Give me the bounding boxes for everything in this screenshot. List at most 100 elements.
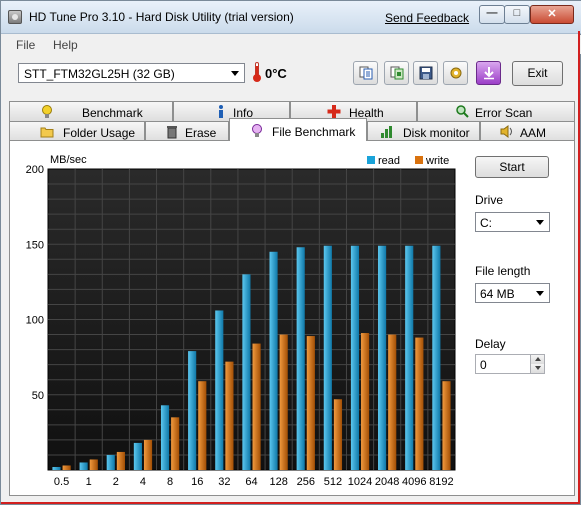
file-length-label: File length bbox=[475, 264, 531, 278]
bar-read bbox=[133, 442, 142, 470]
chevron-down-icon bbox=[533, 286, 547, 300]
bar-write bbox=[198, 381, 207, 470]
copy-screenshot-button[interactable] bbox=[384, 61, 409, 85]
tab-error-scan-label: Error Scan bbox=[475, 106, 533, 120]
health-cross-icon bbox=[327, 105, 341, 118]
tab-erase[interactable]: Erase bbox=[145, 121, 229, 141]
save-icon bbox=[419, 66, 433, 80]
minimize-button[interactable]: — bbox=[479, 5, 505, 24]
x-tick-label: 64 bbox=[245, 476, 257, 488]
bar-read bbox=[52, 466, 61, 470]
stepper-up-icon[interactable] bbox=[530, 355, 544, 364]
x-tick-label: 16 bbox=[191, 476, 203, 488]
download-icon bbox=[484, 67, 494, 80]
tab-erase-label: Erase bbox=[185, 126, 217, 140]
tab-folder-usage-label: Folder Usage bbox=[63, 126, 136, 140]
bar-write bbox=[116, 451, 125, 470]
bar-read bbox=[242, 274, 251, 470]
exit-button[interactable]: Exit bbox=[512, 61, 563, 86]
bar-write bbox=[252, 343, 261, 470]
close-button[interactable]: ✕ bbox=[530, 5, 574, 24]
bar-read bbox=[432, 245, 441, 470]
bar-read bbox=[106, 454, 115, 470]
menu-help[interactable]: Help bbox=[53, 38, 78, 52]
copy-text-button[interactable] bbox=[353, 61, 378, 85]
file-benchmark-icon bbox=[252, 124, 262, 137]
bar-write bbox=[415, 337, 424, 470]
chart-svg: 0.5 1 2 4 8 16 32 64 128 256 512 1024 2048 4096 8192 50… bbox=[26, 154, 456, 488]
x-tick-label: 2 bbox=[113, 476, 119, 488]
window-edge-bottom bbox=[1, 502, 580, 504]
file-length-select[interactable]: 64 MB bbox=[475, 283, 550, 303]
copy-screenshot-icon bbox=[390, 66, 404, 80]
tab-file-benchmark[interactable]: File Benchmark bbox=[229, 118, 367, 141]
bar-write bbox=[388, 334, 397, 470]
y-tick-label: 200 bbox=[26, 164, 44, 176]
folder-icon bbox=[40, 127, 54, 138]
tab-disk-monitor[interactable]: Disk monitor bbox=[367, 121, 480, 141]
x-tick-label: 2048 bbox=[375, 476, 399, 488]
tab-benchmark[interactable]: Benchmark bbox=[9, 101, 173, 121]
maximize-button[interactable]: □ bbox=[504, 5, 530, 24]
lightbulb-icon bbox=[42, 105, 52, 118]
minimize-icon: — bbox=[486, 7, 498, 19]
start-button[interactable]: Start bbox=[475, 156, 549, 178]
app-icon bbox=[8, 10, 22, 24]
tab-aam[interactable]: AAM bbox=[480, 121, 575, 141]
x-tick-label: 256 bbox=[297, 476, 315, 488]
y-tick-label: 150 bbox=[26, 239, 44, 251]
x-tick-label: 4096 bbox=[402, 476, 426, 488]
download-button[interactable] bbox=[476, 61, 501, 85]
bar-write bbox=[279, 334, 288, 470]
magnifier-icon bbox=[456, 105, 469, 118]
menu-file[interactable]: File bbox=[16, 38, 35, 52]
tab-file-benchmark-label: File Benchmark bbox=[272, 125, 356, 139]
save-button[interactable] bbox=[413, 61, 438, 85]
benchmark-chart: 0.5 1 2 4 8 16 32 64 128 256 512 1024 2048 4096 8192 50… bbox=[16, 150, 471, 495]
x-tick-label: 0.5 bbox=[54, 476, 69, 488]
bar-read bbox=[79, 462, 88, 470]
y-tick-label: 100 bbox=[26, 315, 44, 327]
delay-label: Delay bbox=[475, 337, 506, 351]
drive-label: Drive bbox=[475, 193, 504, 207]
bar-write bbox=[143, 439, 153, 470]
tab-error-scan[interactable]: Error Scan bbox=[417, 101, 575, 121]
disk-monitor-icon bbox=[381, 126, 392, 138]
bar-read bbox=[215, 310, 224, 470]
bar-write bbox=[361, 333, 370, 470]
drive-select-value: C: bbox=[480, 216, 492, 230]
drive-dropdown[interactable]: STT_FTM32GL25H (32 GB) bbox=[18, 63, 245, 83]
bar-read bbox=[160, 405, 170, 470]
title-bar[interactable]: HD Tune Pro 3.10 - Hard Disk Utility (tr… bbox=[1, 1, 581, 34]
stepper-down-icon[interactable] bbox=[530, 364, 544, 373]
window-title: HD Tune Pro 3.10 - Hard Disk Utility (tr… bbox=[29, 10, 294, 24]
tab-folder-usage[interactable]: Folder Usage bbox=[9, 121, 145, 141]
bar-read bbox=[188, 351, 197, 470]
bar-read bbox=[269, 251, 278, 470]
bar-read bbox=[350, 245, 360, 470]
file-length-select-value: 64 MB bbox=[480, 287, 515, 301]
info-icon bbox=[219, 105, 223, 118]
legend-write-swatch bbox=[415, 156, 423, 164]
tab-disk-monitor-label: Disk monitor bbox=[403, 126, 470, 140]
chevron-down-icon bbox=[533, 215, 547, 229]
delay-stepper[interactable]: 0 bbox=[475, 354, 545, 374]
y-tick-label: 50 bbox=[32, 390, 44, 402]
options-button[interactable] bbox=[443, 61, 468, 85]
x-tick-label: 8192 bbox=[429, 476, 453, 488]
bar-write bbox=[333, 399, 343, 470]
legend-read-label: read bbox=[378, 155, 400, 167]
bar-read bbox=[296, 247, 305, 470]
drive-select[interactable]: C: bbox=[475, 212, 550, 232]
send-feedback-link[interactable]: Send Feedback bbox=[385, 11, 469, 25]
bar-read bbox=[405, 245, 414, 470]
legend-write-label: write bbox=[425, 155, 449, 167]
bar-read bbox=[323, 245, 332, 470]
chevron-down-icon bbox=[228, 66, 242, 80]
speaker-icon bbox=[500, 125, 512, 138]
bar-read bbox=[378, 245, 387, 470]
thermometer-icon bbox=[252, 62, 261, 82]
copy-text-icon bbox=[359, 66, 373, 80]
tab-aam-label: AAM bbox=[520, 126, 547, 140]
legend-read-swatch bbox=[367, 156, 375, 164]
